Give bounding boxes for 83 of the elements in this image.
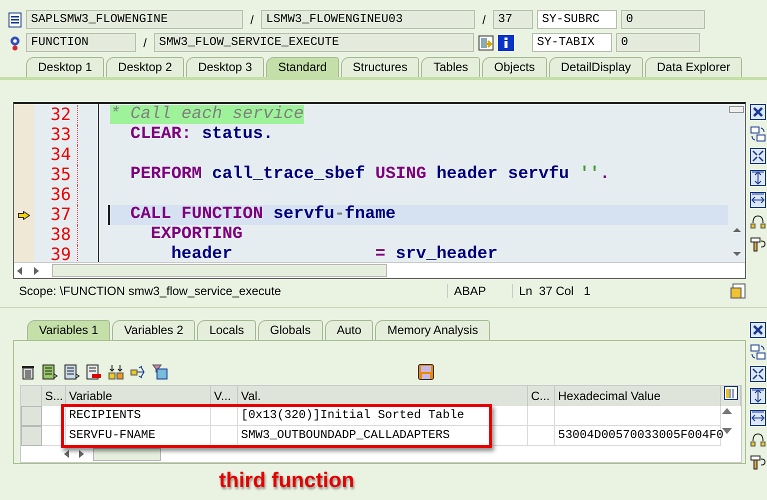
scrollbar-thumb[interactable] [52,264,387,277]
scrollbar-thumb[interactable] [729,106,744,113]
table-cell: RECIPIENTS [66,406,211,426]
text-field[interactable]: 0 [621,10,705,29]
line-number: 35 [34,165,78,185]
tab[interactable]: Variables 1 [27,320,110,340]
tab[interactable]: Memory Analysis [375,320,490,340]
annotation-text: third function [219,469,356,493]
scrollbar-thumb[interactable] [93,448,161,460]
code-line: CLEAR: status. [129,125,274,145]
line-number: 38 [34,225,78,245]
column-header[interactable]: Variable [66,386,211,406]
swap-windows-icon[interactable] [750,344,766,360]
column-header[interactable]: Hexadecimal Value [555,386,721,406]
text-field[interactable]: 37 [493,10,533,29]
separator-label: / [142,36,148,50]
line-number: 33 [34,125,78,145]
language-label: ABAP [447,284,512,298]
list-arrow-icon[interactable] [42,364,58,380]
vertical-resize-icon[interactable] [750,388,766,404]
hammer-icon[interactable] [750,454,766,470]
table-cell: SMW3_OUTBOUNDADP_CALLADAPTERS [238,426,528,446]
close-icon[interactable] [750,104,766,120]
table-cell: 53004D00570033005F004F0 [555,426,721,446]
tab[interactable]: Desktop 1 [26,57,104,77]
table-cell: SERVFU-FNAME [66,426,211,446]
tab[interactable]: Structures [340,57,420,77]
line-number: 32 [34,105,78,125]
tab[interactable]: Auto [324,320,374,340]
code-line: EXPORTING [150,225,244,245]
column-header[interactable]: V... [211,386,238,406]
code-editor[interactable]: 32 * Call each service 33 CLEAR: status. 34 35 PERFORM call_trace_sbef USING header servfu ''. 36 37 CALL FUNCTION servfu-fname 38 EXPORTING 39 header = srv_header [13,102,746,279]
text-field[interactable]: 0 [616,33,700,52]
column-settings-icon[interactable] [724,386,738,400]
tab[interactable]: Standard [266,57,339,77]
tab[interactable]: Desktop 3 [186,57,264,77]
column-header[interactable]: Val. [238,386,528,406]
hammer-icon[interactable] [750,236,766,252]
blocks-icon[interactable] [108,364,124,380]
code-line: PERFORM call_trace_sbef USING header servfu ''. [129,165,611,185]
trash-icon[interactable] [20,364,36,380]
system-field-name[interactable]: SY-TABIX [532,33,612,52]
text-field[interactable]: SMW3_FLOW_SERVICE_EXECUTE [154,33,474,52]
arrow-icon [18,210,30,220]
horizontal-resize-icon[interactable] [750,410,766,426]
system-field-name[interactable]: SY-SUBRC [537,10,617,29]
save-icon[interactable] [418,364,434,380]
code-line: header = srv_header [170,245,499,262]
tab[interactable]: Objects [482,57,547,77]
text-field[interactable]: LSMW3_FLOWENGINEU03 [261,10,475,29]
list-icon[interactable] [64,364,80,380]
column-header[interactable]: S... [42,386,66,406]
tab[interactable]: Locals [197,320,256,340]
line-number: 37 [34,205,78,225]
tab[interactable]: Globals [258,320,323,340]
column-header[interactable]: C... [528,386,555,406]
fullscreen-icon[interactable] [750,366,766,382]
horizontal-resize-icon[interactable] [750,192,766,208]
table-cell: [0x13(320)]Initial Sorted Table [238,406,528,426]
close-icon[interactable] [750,322,766,338]
filter-icon[interactable] [152,364,168,380]
branch-arrow-icon[interactable] [130,364,146,380]
swap-windows-icon[interactable] [750,126,766,142]
text-field[interactable]: SAPLSMW3_FLOWENGINE [26,10,243,29]
list-remove-icon[interactable] [86,364,102,380]
tab[interactable]: DetailDisplay [548,57,643,77]
tab[interactable]: Data Explorer [644,57,742,77]
cursor-position: Ln 37 Col 1 [512,284,649,298]
separator-label: / [249,12,255,26]
tab[interactable]: Desktop 2 [106,57,184,77]
separator-label: / [481,12,487,26]
scope-label: Scope: \FUNCTION smw3_flow_service_execute [18,284,282,298]
document-list-icon [8,12,22,28]
tab[interactable]: Variables 2 [112,320,196,340]
clipboard-icon[interactable] [730,283,746,299]
vertical-resize-icon[interactable] [750,170,766,186]
line-number: 34 [34,145,78,165]
tab[interactable]: Tables [421,57,480,77]
text-field[interactable]: FUNCTION [26,33,136,52]
info-icon[interactable] [498,34,514,50]
scroll-down-icon[interactable] [721,426,733,436]
fullscreen-icon[interactable] [750,148,766,164]
line-number: 36 [34,185,78,205]
